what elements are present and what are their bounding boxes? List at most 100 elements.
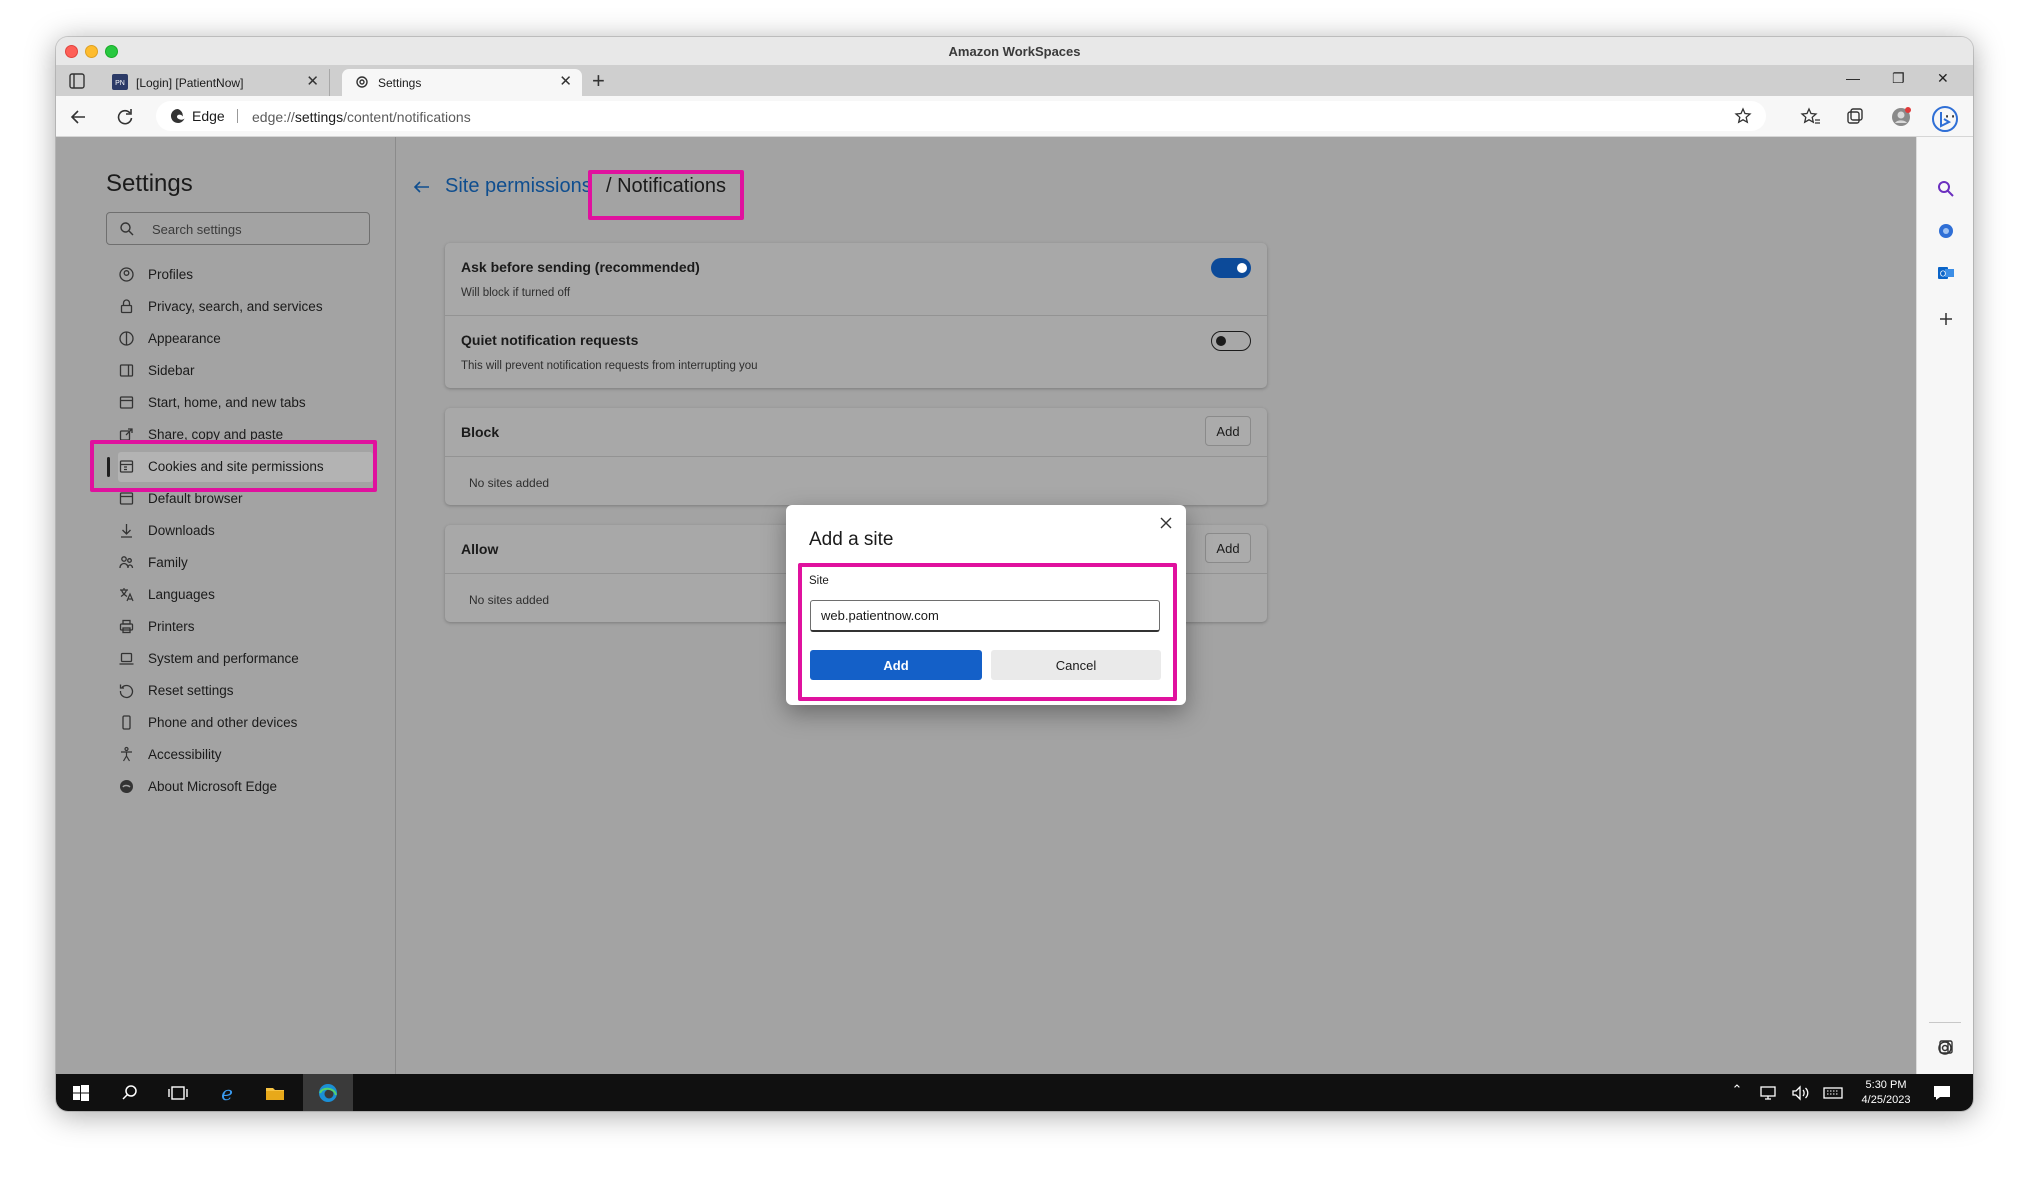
notifications-icon[interactable] [1931, 1082, 1953, 1104]
tab-label: Settings [378, 76, 422, 90]
restore-icon[interactable]: ❐ [1892, 70, 1905, 87]
tab-settings[interactable]: Settings ✕ [342, 69, 582, 96]
close-icon[interactable] [1158, 515, 1174, 531]
tab-label: [Login] [PatientNow] [136, 76, 244, 90]
volume-icon[interactable] [1789, 1082, 1811, 1104]
sidebar-item-phone[interactable]: Phone and other devices [118, 708, 373, 738]
keyboard-icon[interactable] [1822, 1082, 1844, 1104]
ask-before-sending-toggle[interactable] [1211, 258, 1251, 278]
mac-titlebar: Amazon WorkSpaces [56, 37, 1973, 66]
svg-text:e: e [221, 1082, 233, 1104]
sidebar-item-printers[interactable]: Printers [118, 612, 373, 642]
minimize-icon[interactable]: — [1846, 70, 1860, 86]
sidebar-item-family[interactable]: Family [118, 548, 373, 578]
clock-date: 4/25/2023 [1861, 1094, 1911, 1106]
gear-icon [356, 76, 368, 88]
close-tab-icon[interactable]: ✕ [559, 72, 572, 90]
tray-chevron-up-icon[interactable]: ⌃ [1726, 1082, 1748, 1104]
family-icon [119, 556, 134, 569]
svg-text:PN: PN [115, 80, 125, 87]
add-icon[interactable] [1936, 309, 1956, 329]
browser-icon [119, 492, 134, 505]
tab-actions-icon[interactable] [66, 71, 88, 91]
phone-icon [122, 715, 131, 730]
ask-before-sending-subtitle: Will block if turned off [461, 287, 571, 299]
quiet-requests-label: Quiet notification requests [461, 332, 639, 348]
sidebar-icon [119, 364, 134, 377]
sidebar-item-reset[interactable]: Reset settings [118, 676, 373, 706]
sidebar-divider [1929, 1022, 1961, 1023]
back-arrow-icon[interactable] [412, 177, 432, 197]
laptop-icon [119, 652, 134, 665]
highlight-cookies-nav [90, 440, 377, 492]
notification-settings-card: Ask before sending (recommended) Will bl… [445, 243, 1267, 388]
windows-start-icon[interactable] [70, 1082, 92, 1104]
copilot-icon[interactable] [1936, 221, 1956, 241]
url-field[interactable]: Edge edge://settings/content/notificatio… [156, 101, 1766, 131]
sidebar-item-downloads[interactable]: Downloads [118, 516, 373, 546]
close-icon[interactable]: ✕ [1937, 70, 1949, 87]
ask-before-sending-label: Ask before sending (recommended) [461, 259, 700, 275]
block-card: Block Add No sites added [445, 408, 1267, 505]
highlight-site-form [798, 563, 1177, 701]
close-tab-icon[interactable]: ✕ [306, 72, 319, 90]
breadcrumb-parent-link[interactable]: Site permissions [445, 175, 592, 198]
sidebar-item-privacy[interactable]: Privacy, search, and services [118, 292, 373, 322]
quiet-requests-toggle[interactable] [1211, 331, 1251, 351]
url-separator [237, 109, 238, 123]
search-icon[interactable] [119, 1082, 141, 1104]
search-icon [120, 222, 134, 236]
edge-icon [170, 108, 185, 123]
sidebar-settings-gear-icon[interactable] [1935, 1038, 1955, 1058]
file-explorer-icon[interactable] [264, 1082, 286, 1104]
sidebar-item-start-home[interactable]: Start, home, and new tabs [118, 388, 373, 418]
settings-title: Settings [106, 170, 193, 197]
favorite-star-icon[interactable] [1734, 107, 1752, 125]
taskbar-active-app[interactable] [303, 1074, 353, 1111]
settings-search-input[interactable]: Search settings [106, 212, 370, 245]
edge-icon [120, 780, 133, 793]
reset-icon [119, 684, 134, 699]
taskbar-clock[interactable]: 5:30 PM 4/25/2023 [1856, 1078, 1916, 1108]
patientnow-favicon: PN [112, 74, 128, 90]
sidebar-item-languages[interactable]: Languages [118, 580, 373, 610]
address-bar: Edge edge://settings/content/notificatio… [56, 96, 1973, 137]
profile-avatar-icon[interactable] [1890, 106, 1912, 128]
sidebar-item-about[interactable]: About Microsoft Edge [118, 772, 373, 802]
sidebar-item-appearance[interactable]: Appearance [118, 324, 373, 354]
task-view-icon[interactable] [167, 1082, 189, 1104]
allow-add-button[interactable]: Add [1205, 533, 1251, 563]
tab-patientnow[interactable]: PN [Login] [PatientNow] ✕ [100, 69, 330, 96]
new-tab-icon[interactable]: + [592, 70, 605, 92]
bing-copilot-icon[interactable] [1931, 105, 1959, 133]
favorites-icon[interactable] [1800, 106, 1822, 128]
quiet-requests-subtitle: This will prevent notification requests … [461, 360, 758, 372]
window-title: Amazon WorkSpaces [948, 44, 1081, 59]
search-icon[interactable] [1936, 179, 1956, 199]
block-empty-text: No sites added [469, 476, 550, 490]
collections-icon[interactable] [1844, 106, 1866, 128]
allow-empty-text: No sites added [469, 593, 550, 607]
sidebar-item-profiles[interactable]: Profiles [118, 260, 373, 290]
download-icon [121, 524, 132, 538]
windows-taskbar: e ⌃ 5:30 PM 4/25/2023 [56, 1074, 1973, 1111]
edge-icon [319, 1084, 337, 1102]
edge-sidebar: O [1916, 137, 1973, 1074]
sidebar-item-accessibility[interactable]: Accessibility [118, 740, 373, 770]
dialog-title: Add a site [809, 529, 894, 550]
home-icon [119, 396, 134, 409]
internet-explorer-icon[interactable]: e [216, 1082, 238, 1104]
outlook-icon[interactable]: O [1936, 263, 1956, 283]
sidebar-item-system[interactable]: System and performance [118, 644, 373, 674]
refresh-icon[interactable] [114, 106, 136, 128]
network-icon[interactable] [1757, 1082, 1779, 1104]
svg-text:O: O [1940, 270, 1946, 279]
appearance-icon [119, 331, 134, 346]
block-add-button[interactable]: Add [1205, 416, 1251, 446]
profile-icon [119, 267, 134, 282]
accessibility-icon [121, 746, 132, 762]
tab-strip: PN [Login] [PatientNow] ✕ Settings ✕ + —… [56, 66, 1973, 96]
back-arrow-icon[interactable] [68, 106, 90, 128]
settings-sidebar: Settings Search settings Profiles Privac… [56, 137, 396, 1074]
sidebar-item-sidebar[interactable]: Sidebar [118, 356, 373, 386]
